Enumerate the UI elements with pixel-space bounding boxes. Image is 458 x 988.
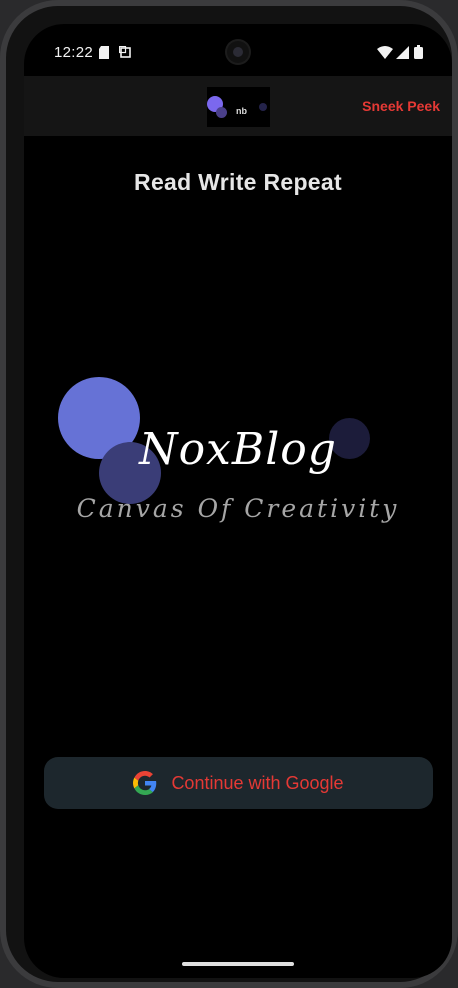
app-bar: nb Sneek Peek [24, 76, 452, 136]
logo-text: nb [236, 106, 247, 116]
brand-title: NoxBlog [139, 424, 337, 475]
device-bezel: 12:22 nb Sneek Peek Read Write Repeat No… [6, 6, 452, 982]
sneek-peek-button[interactable]: Sneek Peek [362, 98, 440, 114]
app-screen: 12:22 nb Sneek Peek Read Write Repeat No… [24, 24, 452, 978]
continue-with-google-button[interactable]: Continue with Google [44, 757, 433, 809]
screenshot-icon [119, 46, 131, 58]
device-frame: 12:22 nb Sneek Peek Read Write Repeat No… [0, 0, 458, 988]
sd-card-icon [99, 46, 109, 59]
google-icon [133, 771, 157, 795]
brand-tagline: Canvas Of Creativity [76, 494, 400, 523]
home-indicator[interactable] [182, 962, 294, 966]
front-camera [227, 41, 249, 63]
wifi-icon [377, 46, 393, 59]
battery-icon [414, 45, 423, 59]
headline: Read Write Repeat [134, 169, 342, 195]
logo-circle-small [259, 103, 267, 111]
signal-icon [396, 46, 409, 59]
logo-circle-medium [216, 107, 227, 118]
app-logo: nb [207, 87, 270, 127]
status-time: 12:22 [54, 44, 94, 61]
google-button-label: Continue with Google [171, 772, 344, 793]
